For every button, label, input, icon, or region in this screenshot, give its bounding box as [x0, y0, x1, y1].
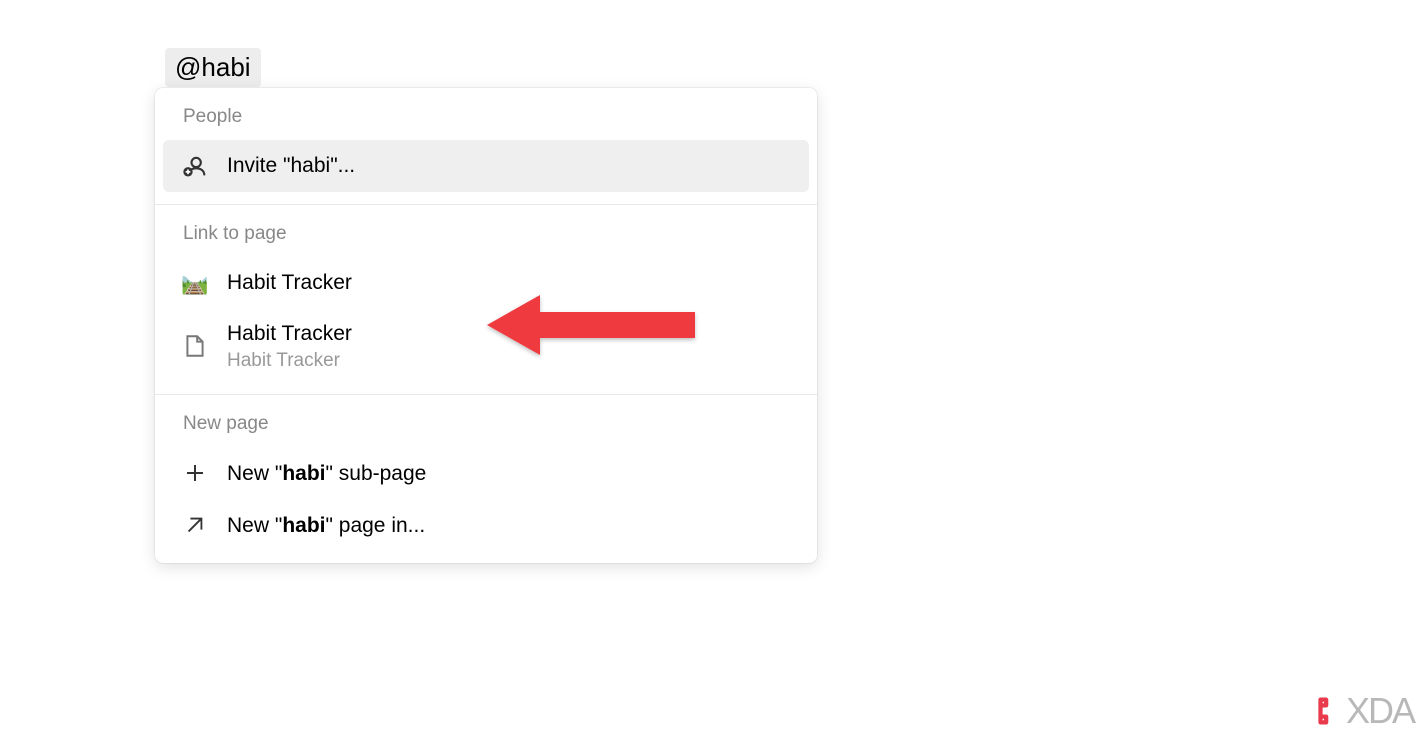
- section-new-page: New page New "habi" sub-page New "habi": [155, 394, 817, 563]
- page-item-content: Habit Tracker Habit Tracker: [227, 319, 352, 372]
- page-icon: [179, 330, 211, 362]
- new-sub-page-item[interactable]: New "habi" sub-page: [163, 447, 809, 499]
- section-people: People Invite "habi"...: [155, 88, 817, 204]
- invite-label: Invite "habi"...: [227, 151, 355, 180]
- new-page-in-label: New "habi" page in...: [227, 511, 425, 540]
- page-item-habit-tracker-page[interactable]: Habit Tracker Habit Tracker: [163, 309, 809, 382]
- section-link-to-page: Link to page 🛤️ Habit Tracker Habit Trac…: [155, 204, 817, 394]
- invite-item[interactable]: Invite "habi"...: [163, 140, 809, 192]
- xda-watermark: XDA: [1312, 690, 1414, 732]
- section-header-link: Link to page: [155, 223, 817, 257]
- page-item-label: Habit Tracker: [227, 268, 352, 297]
- invite-person-icon: [179, 150, 211, 182]
- xda-text: XDA: [1346, 690, 1414, 732]
- section-header-new: New page: [155, 413, 817, 447]
- page-item-habit-tracker-emoji[interactable]: 🛤️ Habit Tracker: [163, 257, 809, 309]
- arrow-out-icon: [179, 509, 211, 541]
- mention-dropdown: People Invite "habi"... Link to page 🛤️ …: [155, 88, 817, 563]
- mention-input[interactable]: @habi: [165, 48, 261, 87]
- plus-icon: [179, 457, 211, 489]
- page-item-sublabel: Habit Tracker: [227, 350, 352, 372]
- railway-emoji-icon: 🛤️: [179, 267, 211, 299]
- section-header-people: People: [155, 106, 817, 140]
- new-page-in-item[interactable]: New "habi" page in...: [163, 499, 809, 551]
- mention-input-text: @habi: [175, 52, 251, 82]
- new-sub-page-label: New "habi" sub-page: [227, 459, 426, 488]
- page-item-label: Habit Tracker: [227, 319, 352, 348]
